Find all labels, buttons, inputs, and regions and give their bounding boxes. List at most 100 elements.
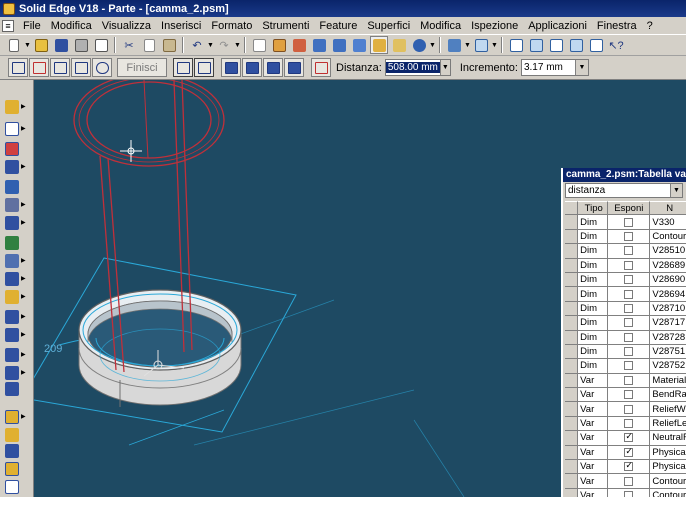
row-selector[interactable]: [565, 402, 579, 417]
cube-view-icon[interactable]: [270, 36, 288, 54]
table-row[interactable]: Var ContourF: [565, 488, 686, 497]
column-header-name[interactable]: N: [650, 201, 686, 216]
expose-checkbox[interactable]: [624, 390, 634, 400]
expose-checkbox[interactable]: [624, 231, 634, 241]
expose-checkbox[interactable]: [624, 404, 634, 414]
expose-checkbox[interactable]: [624, 246, 634, 256]
variable-name[interactable]: ReliefWi: [650, 402, 686, 417]
distance-dropdown-icon[interactable]: ▼: [439, 60, 450, 75]
column-header-type[interactable]: Tipo: [578, 201, 609, 216]
named-views-dropdown-icon[interactable]: ▼: [491, 42, 498, 49]
row-selector[interactable]: [565, 244, 579, 259]
menu-modifica[interactable]: Modifica: [46, 20, 97, 32]
open-icon[interactable]: [32, 36, 50, 54]
expose-checkbox[interactable]: [624, 260, 634, 270]
tool-mirror[interactable]: ▶: [5, 364, 31, 381]
variable-name[interactable]: V28752: [650, 359, 686, 374]
increment-field[interactable]: 3.17 mm ▼: [520, 59, 589, 76]
wireframe-icon[interactable]: [390, 36, 408, 54]
row-selector[interactable]: [565, 301, 579, 317]
menu-inserisci[interactable]: Inserisci: [156, 20, 206, 32]
new-dropdown-icon[interactable]: ▼: [24, 42, 31, 49]
expose-checkbox[interactable]: [624, 460, 634, 472]
row-selector[interactable]: [565, 258, 579, 273]
variable-filter-combo[interactable]: distanza ▼: [565, 183, 683, 198]
menu-help[interactable]: ?: [642, 20, 658, 32]
row-selector[interactable]: [565, 272, 579, 288]
tool-constraint[interactable]: [5, 442, 31, 459]
top-view-icon[interactable]: [330, 36, 348, 54]
row-selector[interactable]: [565, 330, 579, 345]
variable-name[interactable]: V28690: [650, 272, 686, 288]
variable-name[interactable]: NeutralF: [650, 431, 686, 446]
redo-dropdown-icon[interactable]: ▼: [234, 42, 241, 49]
menu-feature[interactable]: Feature: [314, 20, 362, 32]
feature-icon[interactable]: [290, 36, 308, 54]
expose-checkbox[interactable]: [624, 332, 634, 342]
menu-superfici[interactable]: Superfici: [362, 20, 415, 32]
undo-icon[interactable]: ↶: [188, 36, 206, 54]
table-row[interactable]: Var ContourF: [565, 474, 686, 489]
nonsymmetric-extent-icon[interactable]: [194, 58, 214, 77]
menu-ispezione[interactable]: Ispezione: [466, 20, 523, 32]
table-row[interactable]: Dim V28689: [565, 258, 686, 273]
variable-name[interactable]: V28689: [650, 258, 686, 273]
select-icon[interactable]: [250, 36, 268, 54]
variable-name[interactable]: V28694: [650, 287, 686, 302]
view-orientation-dropdown-icon[interactable]: ▼: [464, 42, 471, 49]
step-options-icon[interactable]: [92, 58, 112, 77]
variable-name[interactable]: BendRa: [650, 388, 686, 403]
table-row[interactable]: Dim V28717: [565, 316, 686, 331]
save-icon[interactable]: [52, 36, 70, 54]
increment-value[interactable]: 3.17 mm: [522, 62, 565, 73]
tool-lofted-flange[interactable]: ▶: [5, 196, 31, 213]
variable-filter-value[interactable]: distanza: [568, 185, 605, 196]
redo-icon[interactable]: ↷: [215, 36, 233, 54]
print-preview-icon[interactable]: [92, 36, 110, 54]
table-row[interactable]: Dim V28510: [565, 244, 686, 259]
fit-icon[interactable]: [547, 36, 565, 54]
row-selector[interactable]: [565, 344, 579, 360]
tool-chart[interactable]: [5, 460, 31, 477]
table-row[interactable]: Var MaterialT: [565, 373, 686, 389]
table-row[interactable]: Var NeutralF: [565, 431, 686, 446]
row-selector[interactable]: [565, 373, 579, 389]
tool-select[interactable]: ▶: [5, 98, 31, 115]
distance-field[interactable]: 508.00 mm ▼: [384, 59, 451, 76]
finish-button[interactable]: Finisci: [117, 58, 167, 77]
row-selector[interactable]: [565, 460, 579, 475]
increment-dropdown-icon[interactable]: ▼: [574, 60, 588, 75]
tool-reference[interactable]: [5, 380, 31, 397]
expose-checkbox[interactable]: [624, 318, 634, 328]
zoom-area-icon[interactable]: [507, 36, 525, 54]
variable-name[interactable]: Physical: [650, 445, 686, 461]
tool-contour-flange[interactable]: [5, 178, 31, 195]
expose-checkbox[interactable]: [624, 476, 634, 486]
table-row[interactable]: Dim ContourF: [565, 229, 686, 245]
through-all-icon[interactable]: [221, 58, 241, 77]
row-selector[interactable]: [565, 215, 579, 230]
variable-name[interactable]: V330: [650, 215, 686, 230]
variable-name[interactable]: V28751: [650, 344, 686, 360]
variable-name[interactable]: ReliefLe: [650, 416, 686, 432]
table-row[interactable]: Dim V28751: [565, 344, 686, 360]
tool-tab[interactable]: [5, 140, 31, 157]
paste-icon[interactable]: [160, 36, 178, 54]
whats-this-icon[interactable]: ↖?: [607, 36, 625, 54]
render-dropdown-icon[interactable]: ▼: [429, 42, 436, 49]
variable-name[interactable]: MaterialT: [650, 373, 686, 389]
tool-break-corner[interactable]: ▶: [5, 270, 31, 287]
print-icon[interactable]: [72, 36, 90, 54]
tool-table[interactable]: [5, 478, 31, 495]
variable-name[interactable]: V28510: [650, 244, 686, 259]
expose-checkbox[interactable]: [624, 289, 634, 299]
document-menu-icon[interactable]: ≡: [2, 19, 14, 32]
row-selector[interactable]: [565, 445, 579, 461]
table-row[interactable]: Dim V28690: [565, 272, 686, 288]
tool-hem[interactable]: ▶: [5, 214, 31, 231]
expose-checkbox[interactable]: [624, 375, 634, 385]
view-orientation-icon[interactable]: [445, 36, 463, 54]
variable-name[interactable]: ContourF: [650, 229, 686, 245]
table-row[interactable]: Var BendRa: [565, 388, 686, 403]
table-row[interactable]: Var Physical: [565, 445, 686, 461]
